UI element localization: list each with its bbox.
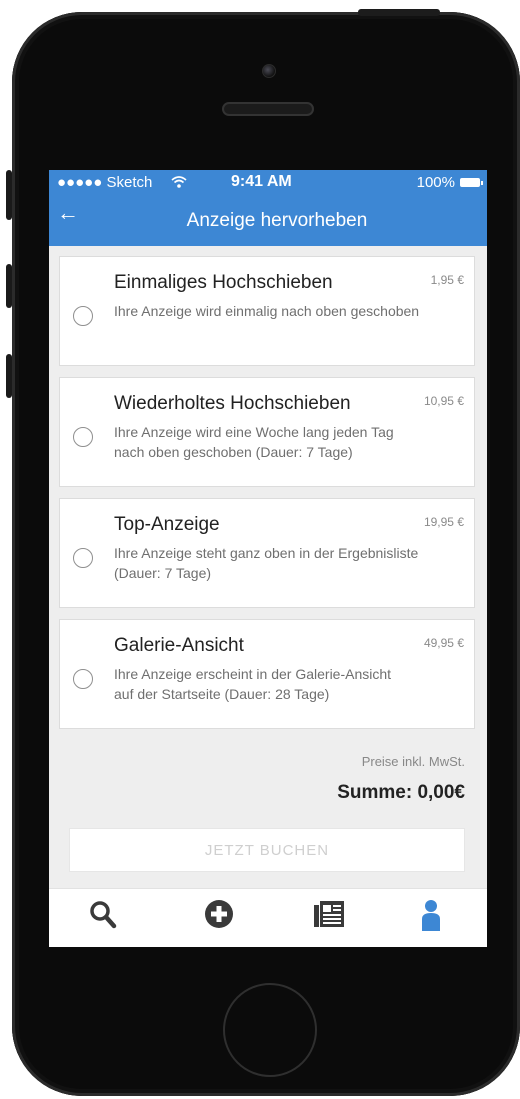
option-title: Wiederholtes Hochschieben (114, 393, 351, 414)
option-title: Galerie-Ansicht (114, 635, 244, 656)
option-price: 10,95 € (423, 394, 464, 408)
carrier-label: ●●●●● Sketch (57, 174, 153, 191)
clock: 9:41 AM (231, 173, 292, 190)
option-price: 49,95 € (423, 636, 464, 650)
tab-profile[interactable] (411, 899, 451, 935)
radio-button[interactable] (73, 427, 93, 447)
profile-icon (422, 900, 440, 931)
total-sum: Summe: 0,00€ (337, 782, 465, 803)
wifi-icon (171, 176, 187, 188)
page-title: Anzeige hervorheben (186, 210, 368, 231)
price-note: Preise inkl. MwSt. (361, 754, 465, 769)
option-description: Ihre Anzeige erscheint in der Galerie-An… (114, 666, 392, 702)
silent-switch (6, 170, 12, 220)
volume-up-button (6, 264, 12, 308)
radio-button[interactable] (73, 669, 93, 689)
buy-button[interactable]: JETZT BUCHEN (69, 828, 465, 872)
nav-bar: ← Anzeige hervorheben (49, 194, 487, 246)
option-card[interactable]: Wiederholtes Hochschieben 10,95 € Ihre A… (59, 377, 475, 487)
earpiece-speaker (222, 102, 314, 116)
battery-percent: 100% (416, 174, 455, 191)
tab-search[interactable] (83, 899, 123, 935)
option-card[interactable]: Galerie-Ansicht 49,95 € Ihre Anzeige ers… (59, 619, 475, 729)
tab-news[interactable] (309, 899, 349, 935)
front-camera (262, 64, 276, 78)
status-bar: ●●●●● Sketch 9:41 AM 100% (49, 170, 487, 194)
option-description: Ihre Anzeige wird einmalig nach oben ges… (114, 303, 420, 319)
option-price: 19,95 € (423, 515, 464, 529)
app-screen: ●●●●● Sketch 9:41 AM 100% ← Anzeige herv… (49, 170, 487, 947)
home-button[interactable] (223, 983, 317, 1077)
add-icon (205, 900, 233, 928)
option-card[interactable]: Top-Anzeige 19,95 € Ihre Anzeige steht g… (59, 498, 475, 608)
search-icon (90, 901, 117, 929)
radio-button[interactable] (73, 306, 93, 326)
radio-button[interactable] (73, 548, 93, 568)
option-description: Ihre Anzeige wird eine Woche lang jeden … (114, 424, 394, 460)
option-description: Ihre Anzeige steht ganz oben in der Erge… (114, 545, 419, 581)
tab-add[interactable] (199, 899, 239, 935)
tab-bar (49, 888, 487, 947)
power-button (358, 9, 440, 16)
battery-icon (460, 178, 483, 187)
volume-down-button (6, 354, 12, 398)
option-title: Top-Anzeige (114, 514, 220, 535)
option-card[interactable]: Einmaliges Hochschieben 1,95 € Ihre Anze… (59, 256, 475, 366)
news-icon (314, 901, 344, 927)
option-price: 1,95 € (430, 273, 464, 287)
option-title: Einmaliges Hochschieben (114, 272, 333, 293)
